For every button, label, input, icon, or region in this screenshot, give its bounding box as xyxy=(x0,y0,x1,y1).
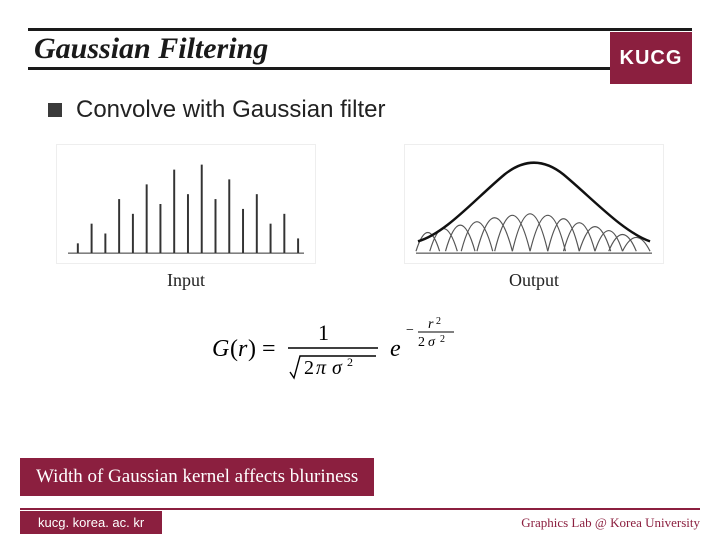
svg-text:2: 2 xyxy=(436,316,441,327)
svg-text:π: π xyxy=(316,357,327,379)
title-bar: Gaussian Filtering xyxy=(28,28,692,70)
bullet-text: Convolve with Gaussian filter xyxy=(76,96,385,124)
page-title: Gaussian Filtering xyxy=(28,32,268,66)
gaussian-equation: G ( r ) = 1 2 π σ 2 e − r 2 2 σ 2 xyxy=(210,312,510,392)
square-bullet-icon xyxy=(48,103,62,117)
callout-box: Width of Gaussian kernel affects blurine… xyxy=(20,458,374,496)
svg-text:G: G xyxy=(212,336,229,362)
svg-text:2: 2 xyxy=(418,335,425,350)
svg-text:r: r xyxy=(238,336,248,362)
footer-rule xyxy=(20,508,700,510)
svg-text:2: 2 xyxy=(347,355,353,369)
svg-text:=: = xyxy=(262,336,276,362)
svg-text:2: 2 xyxy=(304,357,314,379)
footer-url: kucg. korea. ac. kr xyxy=(20,511,162,534)
svg-text:e: e xyxy=(390,336,401,362)
svg-text:2: 2 xyxy=(440,334,445,345)
slide: Gaussian Filtering KUCG Convolve with Ga… xyxy=(0,0,720,540)
svg-text:r: r xyxy=(428,317,434,332)
svg-text:σ: σ xyxy=(332,357,343,379)
footer: kucg. korea. ac. kr Graphics Lab @ Korea… xyxy=(20,511,700,534)
output-plot-col: Output xyxy=(404,144,664,291)
svg-text:−: − xyxy=(406,323,414,338)
input-caption: Input xyxy=(167,270,205,291)
logo-badge: KUCG xyxy=(610,32,692,84)
svg-text:): ) xyxy=(248,336,256,362)
input-plot-col: Input xyxy=(56,144,316,291)
footer-credit: Graphics Lab @ Korea University xyxy=(521,515,700,531)
output-curve xyxy=(418,163,650,242)
plots-row: Input xyxy=(48,144,672,291)
svg-text:1: 1 xyxy=(318,320,329,345)
bullet-row: Convolve with Gaussian filter xyxy=(48,96,672,124)
svg-text:(: ( xyxy=(230,336,238,362)
output-signal-plot xyxy=(404,144,664,264)
content-area: Convolve with Gaussian filter xyxy=(48,96,672,291)
svg-text:σ: σ xyxy=(428,335,436,350)
output-caption: Output xyxy=(509,270,559,291)
input-signal-plot xyxy=(56,144,316,264)
